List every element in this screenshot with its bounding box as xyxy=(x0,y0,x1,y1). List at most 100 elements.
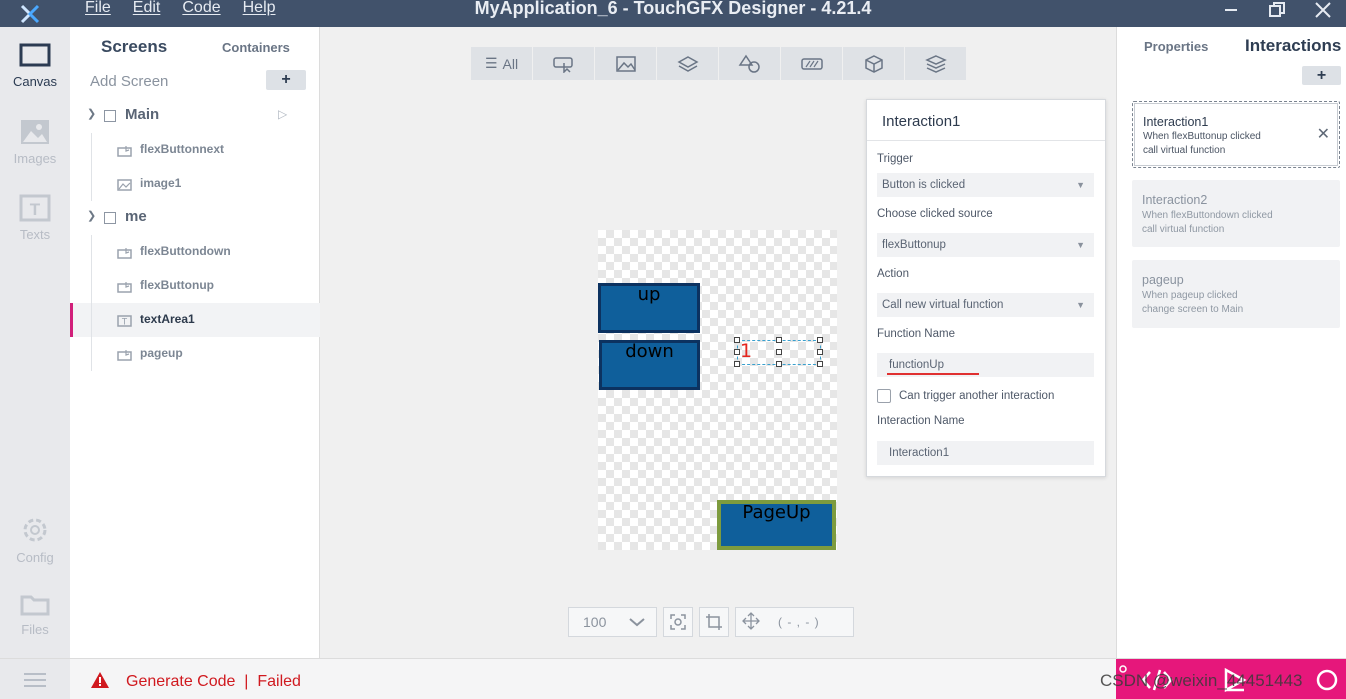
text-icon: T xyxy=(19,194,51,225)
filter-layers-icon[interactable] xyxy=(905,47,967,80)
chevron-down-icon[interactable]: ❯ xyxy=(87,209,96,222)
interaction-card-title: Interaction2 xyxy=(1142,193,1208,207)
filter-containers-icon[interactable] xyxy=(657,47,719,80)
interaction-card-title: Interaction1 xyxy=(1143,115,1209,129)
add-screen-button[interactable]: + xyxy=(266,70,306,90)
filter-images-icon[interactable] xyxy=(595,47,657,80)
interaction-card-line1: When flexButtondown clicked xyxy=(1142,210,1273,221)
folder-icon xyxy=(19,595,51,620)
nav-images[interactable]: Images xyxy=(0,118,70,166)
chevron-down-icon[interactable]: ❯ xyxy=(87,107,96,120)
action-label: Action xyxy=(877,268,909,280)
filter-3d-icon[interactable] xyxy=(843,47,905,80)
touchgfx-logo-icon xyxy=(0,0,60,27)
menu-file[interactable]: File xyxy=(74,0,122,27)
tree-item-flexbuttonup[interactable]: flexButtonup xyxy=(70,269,320,303)
interaction-card-line1: When flexButtonup clicked xyxy=(1143,131,1261,142)
chevron-down-icon: ▼ xyxy=(1076,240,1085,250)
generate-code-status[interactable]: Generate Code | Failed xyxy=(126,673,301,691)
resize-handle[interactable] xyxy=(734,337,740,343)
function-name-label: Function Name xyxy=(877,328,955,340)
add-interaction-button[interactable]: + xyxy=(1302,66,1341,85)
interaction-name-input[interactable]: Interaction1 xyxy=(877,441,1094,465)
restore-icon[interactable] xyxy=(1254,0,1300,20)
interaction-card[interactable]: Interaction1 When flexButtonup clicked c… xyxy=(1132,101,1340,168)
screen-stage[interactable]: up down 1 PageUp xyxy=(598,230,837,550)
nav-images-label: Images xyxy=(13,151,57,166)
nav-canvas-label: Canvas xyxy=(12,74,58,89)
svg-text:T: T xyxy=(122,317,128,327)
crop-icon[interactable] xyxy=(699,607,729,637)
tab-containers[interactable]: Containers xyxy=(222,40,290,55)
resize-handle[interactable] xyxy=(817,361,823,367)
tab-properties[interactable]: Properties xyxy=(1144,39,1208,54)
zoom-select[interactable]: 100 xyxy=(568,607,657,637)
resize-handle[interactable] xyxy=(734,349,740,355)
nav-canvas[interactable]: Canvas xyxy=(0,43,70,89)
screen-item-me[interactable]: ❯ me xyxy=(70,207,320,231)
tree-item-pageup[interactable]: pageup xyxy=(70,337,320,371)
image-icon xyxy=(19,120,51,149)
action-value: Call new virtual function xyxy=(882,299,1004,311)
menu-help[interactable]: Help xyxy=(232,0,287,27)
trigger-label: Trigger xyxy=(877,153,913,165)
tree-item-textarea1[interactable]: T textArea1 xyxy=(70,303,320,337)
widget-name: flexButtonnext xyxy=(140,142,224,156)
stage-button-up[interactable]: up xyxy=(598,283,700,333)
close-icon[interactable] xyxy=(1300,0,1346,20)
stage-button-down[interactable]: down xyxy=(599,340,700,390)
interaction-card-line2: call virtual function xyxy=(1142,224,1225,235)
tab-interactions[interactable]: Interactions xyxy=(1245,36,1341,56)
button-widget-icon xyxy=(117,348,132,361)
interaction-card[interactable]: Interaction2 When flexButtondown clicked… xyxy=(1132,180,1340,247)
stage-button-pageup[interactable]: PageUp xyxy=(717,500,836,550)
screens-tabs: Screens Containers xyxy=(70,37,320,57)
chevron-down-icon: ▼ xyxy=(1076,180,1085,190)
source-label: Choose clicked source xyxy=(877,208,993,220)
list-icon: ☰ xyxy=(484,55,498,71)
menu-edit[interactable]: Edit xyxy=(122,0,172,27)
resize-handle[interactable] xyxy=(776,361,782,367)
nav-files[interactable]: Files xyxy=(0,591,70,637)
source-value: flexButtonup xyxy=(882,239,946,251)
tree-item-image1[interactable]: image1 xyxy=(70,167,320,201)
play-icon[interactable]: ▷ xyxy=(278,107,287,121)
resize-handle[interactable] xyxy=(817,349,823,355)
status-bar: Generate Code | Failed CSDN @weixin_4445… xyxy=(0,658,1346,699)
minimize-icon[interactable] xyxy=(1208,0,1254,20)
stage-textarea[interactable]: 1 xyxy=(734,337,823,367)
menu-code[interactable]: Code xyxy=(171,0,231,27)
interaction-editor: Interaction1 Trigger Button is clicked ▼… xyxy=(866,99,1106,477)
action-select[interactable]: Call new virtual function ▼ xyxy=(877,293,1094,317)
warning-icon xyxy=(90,671,110,689)
tree-line xyxy=(91,337,92,371)
gear-icon xyxy=(19,518,51,548)
nav-texts[interactable]: T Texts xyxy=(0,194,70,242)
widget-name: textArea1 xyxy=(140,312,195,326)
resize-handle[interactable] xyxy=(817,337,823,343)
tree-line xyxy=(91,167,92,201)
zoom-value: 100 xyxy=(583,614,607,630)
filter-progress-icon[interactable] xyxy=(781,47,843,80)
button-widget-icon xyxy=(117,246,132,259)
trigger-select[interactable]: Button is clicked ▼ xyxy=(877,173,1094,197)
nav-config[interactable]: Config xyxy=(0,515,70,565)
can-trigger-checkbox[interactable] xyxy=(877,389,891,403)
hamburger-menu-icon[interactable] xyxy=(0,659,70,699)
resize-handle[interactable] xyxy=(776,349,782,355)
interaction-card[interactable]: pageup When pageup clicked change screen… xyxy=(1132,260,1340,328)
filter-buttons-icon[interactable] xyxy=(533,47,595,80)
resize-handle[interactable] xyxy=(734,361,740,367)
tree-item-flexbuttondown[interactable]: flexButtondown xyxy=(70,235,320,269)
run-target-icon[interactable] xyxy=(1314,667,1340,698)
fit-screen-icon[interactable] xyxy=(663,607,693,637)
source-select[interactable]: flexButtonup ▼ xyxy=(877,233,1094,257)
window-controls xyxy=(1208,0,1346,27)
close-icon[interactable]: ✕ xyxy=(1317,124,1330,144)
tab-screens[interactable]: Screens xyxy=(101,37,167,57)
tree-item-flexbuttonnext[interactable]: flexButtonnext xyxy=(70,133,320,167)
screen-item-main[interactable]: ❯ Main ▷ xyxy=(70,105,320,129)
resize-handle[interactable] xyxy=(776,337,782,343)
filter-shapes-icon[interactable] xyxy=(719,47,781,80)
filter-all-button[interactable]: ☰ All xyxy=(471,47,533,80)
